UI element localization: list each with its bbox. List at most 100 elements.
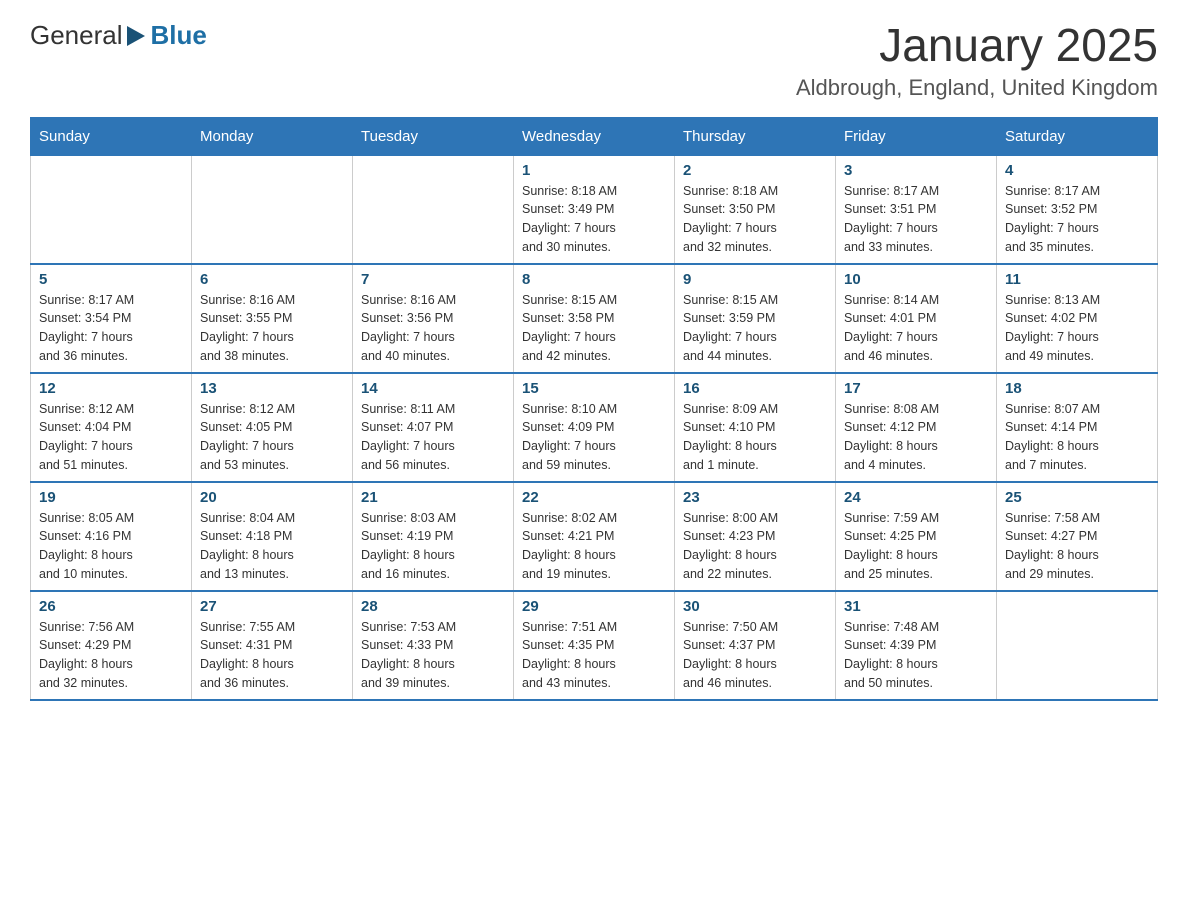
day-number: 31 [844,598,988,615]
day-number: 3 [844,162,988,179]
col-friday: Friday [836,117,997,155]
day-number: 7 [361,271,505,288]
logo: General Blue [30,20,207,51]
table-row: 18 Sunrise: 8:07 AMSunset: 4:14 PMDayligh… [997,373,1158,482]
day-info: Sunrise: 8:12 AMSunset: 4:05 PMDaylight:… [200,400,344,475]
day-number: 12 [39,380,183,397]
day-number: 16 [683,380,827,397]
day-number: 18 [1005,380,1149,397]
col-monday: Monday [192,117,353,155]
table-row: 11 Sunrise: 8:13 AMSunset: 4:02 PMDayligh… [997,264,1158,373]
table-row: 30 Sunrise: 7:50 AMSunset: 4:37 PMDayligh… [675,591,836,700]
day-info: Sunrise: 7:58 AMSunset: 4:27 PMDaylight:… [1005,509,1149,584]
day-info: Sunrise: 7:59 AMSunset: 4:25 PMDaylight:… [844,509,988,584]
calendar-week-row: 5 Sunrise: 8:17 AMSunset: 3:54 PMDaylight… [31,264,1158,373]
day-number: 8 [522,271,666,288]
day-info: Sunrise: 7:50 AMSunset: 4:37 PMDaylight:… [683,618,827,693]
col-thursday: Thursday [675,117,836,155]
table-row: 24 Sunrise: 7:59 AMSunset: 4:25 PMDayligh… [836,482,997,591]
day-info: Sunrise: 8:04 AMSunset: 4:18 PMDaylight:… [200,509,344,584]
day-info: Sunrise: 8:02 AMSunset: 4:21 PMDaylight:… [522,509,666,584]
day-info: Sunrise: 8:17 AMSunset: 3:51 PMDaylight:… [844,182,988,257]
day-info: Sunrise: 8:18 AMSunset: 3:50 PMDaylight:… [683,182,827,257]
table-row: 22 Sunrise: 8:02 AMSunset: 4:21 PMDayligh… [514,482,675,591]
col-saturday: Saturday [997,117,1158,155]
day-info: Sunrise: 8:17 AMSunset: 3:54 PMDaylight:… [39,291,183,366]
col-wednesday: Wednesday [514,117,675,155]
table-row: 23 Sunrise: 8:00 AMSunset: 4:23 PMDayligh… [675,482,836,591]
table-row: 27Sunrise: 7:55 AMSunset: 4:31 PMDayligh… [192,591,353,700]
table-row: 15 Sunrise: 8:10 AMSunset: 4:09 PMDayligh… [514,373,675,482]
day-info: Sunrise: 8:17 AMSunset: 3:52 PMDaylight:… [1005,182,1149,257]
day-info: Sunrise: 8:00 AMSunset: 4:23 PMDaylight:… [683,509,827,584]
day-number: 19 [39,489,183,506]
day-info: Sunrise: 8:10 AMSunset: 4:09 PMDaylight:… [522,400,666,475]
day-number: 25 [1005,489,1149,506]
table-row: 4 Sunrise: 8:17 AMSunset: 3:52 PMDaylight… [997,155,1158,264]
day-number: 2 [683,162,827,179]
day-number: 30 [683,598,827,615]
day-number: 4 [1005,162,1149,179]
col-tuesday: Tuesday [353,117,514,155]
calendar-week-row: 12Sunrise: 8:12 AMSunset: 4:04 PMDayligh… [31,373,1158,482]
col-sunday: Sunday [31,117,192,155]
table-row: 21 Sunrise: 8:03 AMSunset: 4:19 PMDayligh… [353,482,514,591]
table-row: 9Sunrise: 8:15 AMSunset: 3:59 PMDaylight… [675,264,836,373]
logo-blue-text: Blue [151,20,207,51]
day-number: 5 [39,271,183,288]
day-number: 20 [200,489,344,506]
day-number: 11 [1005,271,1149,288]
day-number: 22 [522,489,666,506]
table-row [353,155,514,264]
month-title: January 2025 [796,20,1158,71]
day-info: Sunrise: 8:07 AMSunset: 4:14 PMDaylight:… [1005,400,1149,475]
day-info: Sunrise: 8:13 AMSunset: 4:02 PMDaylight:… [1005,291,1149,366]
day-info: Sunrise: 8:18 AMSunset: 3:49 PMDaylight:… [522,182,666,257]
day-number: 28 [361,598,505,615]
day-info: Sunrise: 8:11 AMSunset: 4:07 PMDaylight:… [361,400,505,475]
table-row: 10 Sunrise: 8:14 AMSunset: 4:01 PMDayligh… [836,264,997,373]
day-number: 17 [844,380,988,397]
day-number: 24 [844,489,988,506]
day-number: 23 [683,489,827,506]
table-row: 5 Sunrise: 8:17 AMSunset: 3:54 PMDaylight… [31,264,192,373]
day-number: 13 [200,380,344,397]
day-info: Sunrise: 7:48 AMSunset: 4:39 PMDaylight:… [844,618,988,693]
day-info: Sunrise: 8:16 AMSunset: 3:56 PMDaylight:… [361,291,505,366]
table-row: 6Sunrise: 8:16 AMSunset: 3:55 PMDaylight… [192,264,353,373]
day-number: 21 [361,489,505,506]
table-row: 2 Sunrise: 8:18 AMSunset: 3:50 PMDaylight… [675,155,836,264]
table-row: 3 Sunrise: 8:17 AMSunset: 3:51 PMDaylight… [836,155,997,264]
day-info: Sunrise: 8:03 AMSunset: 4:19 PMDaylight:… [361,509,505,584]
day-info: Sunrise: 8:05 AMSunset: 4:16 PMDaylight:… [39,509,183,584]
day-number: 14 [361,380,505,397]
day-info: Sunrise: 8:15 AMSunset: 3:59 PMDaylight:… [683,291,827,366]
day-info: Sunrise: 8:09 AMSunset: 4:10 PMDaylight:… [683,400,827,475]
calendar-week-row: 1Sunrise: 8:18 AMSunset: 3:49 PMDaylight… [31,155,1158,264]
day-info: Sunrise: 8:14 AMSunset: 4:01 PMDaylight:… [844,291,988,366]
table-row: 7 Sunrise: 8:16 AMSunset: 3:56 PMDaylight… [353,264,514,373]
table-row: 14 Sunrise: 8:11 AMSunset: 4:07 PMDayligh… [353,373,514,482]
day-info: Sunrise: 8:16 AMSunset: 3:55 PMDaylight:… [200,291,344,366]
day-info: Sunrise: 7:53 AMSunset: 4:33 PMDaylight:… [361,618,505,693]
day-info: Sunrise: 8:15 AMSunset: 3:58 PMDaylight:… [522,291,666,366]
location-title: Aldbrough, England, United Kingdom [796,75,1158,101]
table-row: 13 Sunrise: 8:12 AMSunset: 4:05 PMDayligh… [192,373,353,482]
table-row: 25 Sunrise: 7:58 AMSunset: 4:27 PMDayligh… [997,482,1158,591]
calendar-week-row: 26 Sunrise: 7:56 AMSunset: 4:29 PMDayligh… [31,591,1158,700]
table-row [31,155,192,264]
day-number: 10 [844,271,988,288]
table-row: 20 Sunrise: 8:04 AMSunset: 4:18 PMDayligh… [192,482,353,591]
table-row: 8 Sunrise: 8:15 AMSunset: 3:58 PMDaylight… [514,264,675,373]
table-row [997,591,1158,700]
logo-arrow-icon [123,22,151,50]
day-info: Sunrise: 7:56 AMSunset: 4:29 PMDaylight:… [39,618,183,693]
day-number: 26 [39,598,183,615]
day-number: 29 [522,598,666,615]
day-number: 15 [522,380,666,397]
table-row: 16 Sunrise: 8:09 AMSunset: 4:10 PMDayligh… [675,373,836,482]
table-row: 12Sunrise: 8:12 AMSunset: 4:04 PMDayligh… [31,373,192,482]
day-number: 27 [200,598,344,615]
header: General Blue January 2025 Aldbrough, Eng… [30,20,1158,101]
logo-general-text: General [30,20,123,51]
